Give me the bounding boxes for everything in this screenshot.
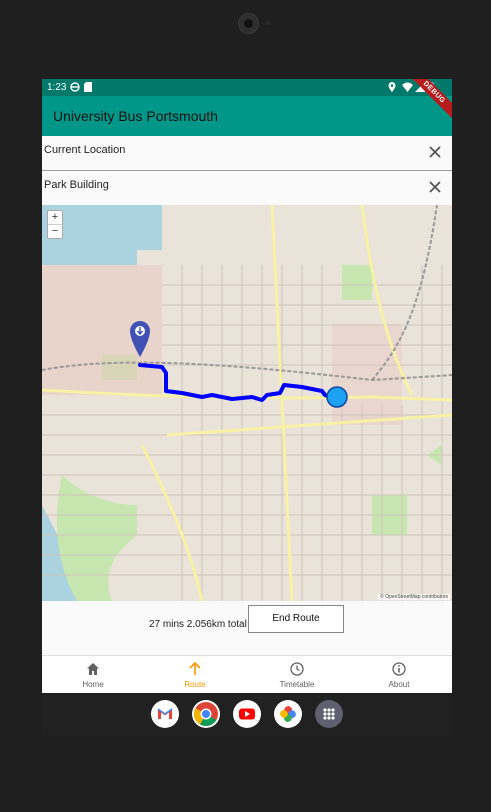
- origin-value: Current Location: [44, 144, 126, 156]
- route-map[interactable]: + − © OpenStreetMap contributors: [42, 205, 452, 601]
- tab-route[interactable]: Route: [144, 656, 246, 694]
- zoom-in-button[interactable]: +: [48, 211, 62, 224]
- app-bar: University Bus Portsmouth: [42, 96, 452, 136]
- tab-timetable[interactable]: Timetable: [246, 656, 348, 694]
- tab-timetable-label: Timetable: [279, 680, 315, 689]
- youtube-icon[interactable]: [233, 700, 261, 728]
- location-icon: [388, 82, 396, 92]
- app-drawer-icon[interactable]: [315, 700, 343, 728]
- arrow-up-icon: [189, 662, 201, 675]
- destination-value: Park Building: [44, 179, 109, 191]
- tab-route-label: Route: [184, 680, 206, 689]
- device-screen: 1:23 University Bus Portsmouth DEBUG Cur…: [42, 79, 452, 735]
- chrome-icon[interactable]: [192, 700, 220, 728]
- home-icon: [87, 663, 99, 675]
- route-summary: 27 mins 2.056km total: [149, 619, 247, 630]
- sensor-dot: [265, 20, 270, 25]
- clear-origin-icon[interactable]: [426, 143, 444, 161]
- photos-icon[interactable]: [274, 700, 302, 728]
- end-route-button[interactable]: End Route: [248, 605, 344, 633]
- origin-field[interactable]: Current Location: [42, 136, 452, 171]
- status-time: 1:23: [47, 82, 67, 93]
- zoom-out-button[interactable]: −: [48, 224, 62, 238]
- front-camera: [238, 13, 259, 34]
- zoom-control: + −: [47, 210, 63, 239]
- wifi-icon: [402, 82, 413, 92]
- clock-icon: [290, 662, 304, 676]
- vpn-icon: [70, 82, 80, 92]
- tab-about[interactable]: About: [348, 656, 450, 694]
- system-dock: [42, 693, 452, 735]
- park-area-north: [342, 265, 372, 300]
- sd-card-icon: [84, 82, 92, 92]
- app-title: University Bus Portsmouth: [53, 108, 218, 124]
- bottom-navigation: Home Route Timetable About: [42, 655, 452, 694]
- gmail-icon[interactable]: [151, 700, 179, 728]
- tab-home-label: Home: [82, 680, 104, 689]
- tab-home[interactable]: Home: [42, 656, 144, 694]
- map-tiles: [42, 205, 452, 601]
- route-summary-bar: 27 mins 2.056km total End Route: [42, 601, 452, 655]
- clear-destination-icon[interactable]: [426, 178, 444, 196]
- tab-about-label: About: [388, 680, 410, 689]
- status-bar: 1:23: [42, 79, 452, 96]
- info-icon: [392, 662, 406, 676]
- destination-field[interactable]: Park Building: [42, 171, 452, 206]
- current-location-marker[interactable]: [326, 386, 348, 408]
- map-attribution[interactable]: © OpenStreetMap contributors: [378, 594, 450, 600]
